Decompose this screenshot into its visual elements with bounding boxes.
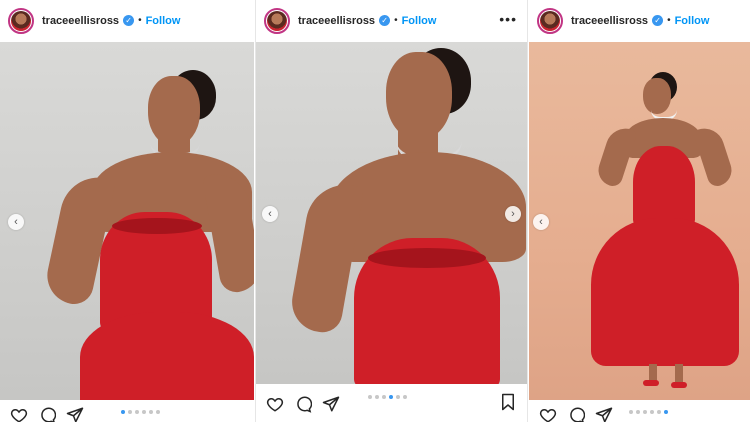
carousel-prev-button[interactable]: ‹ (8, 214, 24, 230)
separator-dot: • (667, 15, 671, 26)
follow-button[interactable]: Follow (402, 15, 437, 27)
comment-icon[interactable] (567, 406, 585, 422)
post-photo[interactable]: ‹ (529, 42, 750, 400)
post-photo[interactable]: ‹ (0, 42, 254, 400)
carousel-dot (657, 410, 661, 414)
carousel-indicator (368, 395, 407, 399)
avatar[interactable] (8, 7, 34, 34)
carousel-dot (629, 410, 633, 414)
username[interactable]: traceeellisross (42, 15, 119, 27)
verified-badge-icon: ✓ (652, 15, 664, 26)
separator-dot: • (394, 15, 398, 26)
post-photo[interactable]: ‹ › (256, 42, 527, 384)
heart-icon[interactable] (266, 395, 284, 413)
bookmark-icon[interactable] (499, 393, 517, 411)
avatar[interactable] (537, 7, 563, 34)
carousel-dot (149, 410, 153, 414)
username[interactable]: traceeellisross (298, 15, 375, 27)
share-icon[interactable] (595, 406, 613, 422)
post-card-1: traceeellisross ✓ • Follow ‹ (0, 0, 254, 422)
comment-icon[interactable] (294, 395, 312, 413)
carousel-dot (650, 410, 654, 414)
follow-button[interactable]: Follow (675, 15, 710, 27)
carousel-dot (664, 410, 668, 414)
username[interactable]: traceeellisross (571, 15, 648, 27)
avatar[interactable] (264, 7, 290, 34)
carousel-dot (389, 395, 393, 399)
verified-badge-icon: ✓ (379, 15, 391, 26)
carousel-prev-button[interactable]: ‹ (262, 206, 278, 222)
carousel-prev-button[interactable]: ‹ (533, 214, 549, 230)
carousel-dot (135, 410, 139, 414)
comment-icon[interactable] (38, 406, 56, 422)
carousel-indicator (121, 410, 160, 414)
carousel-dot (142, 410, 146, 414)
more-options-icon[interactable]: ••• (499, 12, 517, 26)
post-card-2: traceeellisross ✓ • Follow ••• ‹ › (255, 0, 528, 422)
follow-button[interactable]: Follow (146, 15, 181, 27)
carousel-dot (368, 395, 372, 399)
carousel-dot (156, 410, 160, 414)
post-header: traceeellisross ✓ • Follow (0, 0, 254, 41)
post-header: traceeellisross ✓ • Follow ••• (256, 0, 527, 41)
separator-dot: • (138, 15, 142, 26)
carousel-indicator (629, 410, 668, 414)
carousel-dot (121, 410, 125, 414)
post-header: traceeellisross ✓ • Follow (529, 0, 750, 41)
carousel-dot (396, 395, 400, 399)
carousel-dot (636, 410, 640, 414)
carousel-next-button[interactable]: › (505, 206, 521, 222)
share-icon[interactable] (322, 395, 340, 413)
share-icon[interactable] (66, 406, 84, 422)
carousel-dot (403, 395, 407, 399)
carousel-dot (382, 395, 386, 399)
carousel-dot (128, 410, 132, 414)
carousel-dot (643, 410, 647, 414)
verified-badge-icon: ✓ (123, 15, 135, 26)
post-card-3: traceeellisross ✓ • Follow ‹ (529, 0, 750, 422)
heart-icon[interactable] (539, 406, 557, 422)
heart-icon[interactable] (10, 406, 28, 422)
carousel-dot (375, 395, 379, 399)
